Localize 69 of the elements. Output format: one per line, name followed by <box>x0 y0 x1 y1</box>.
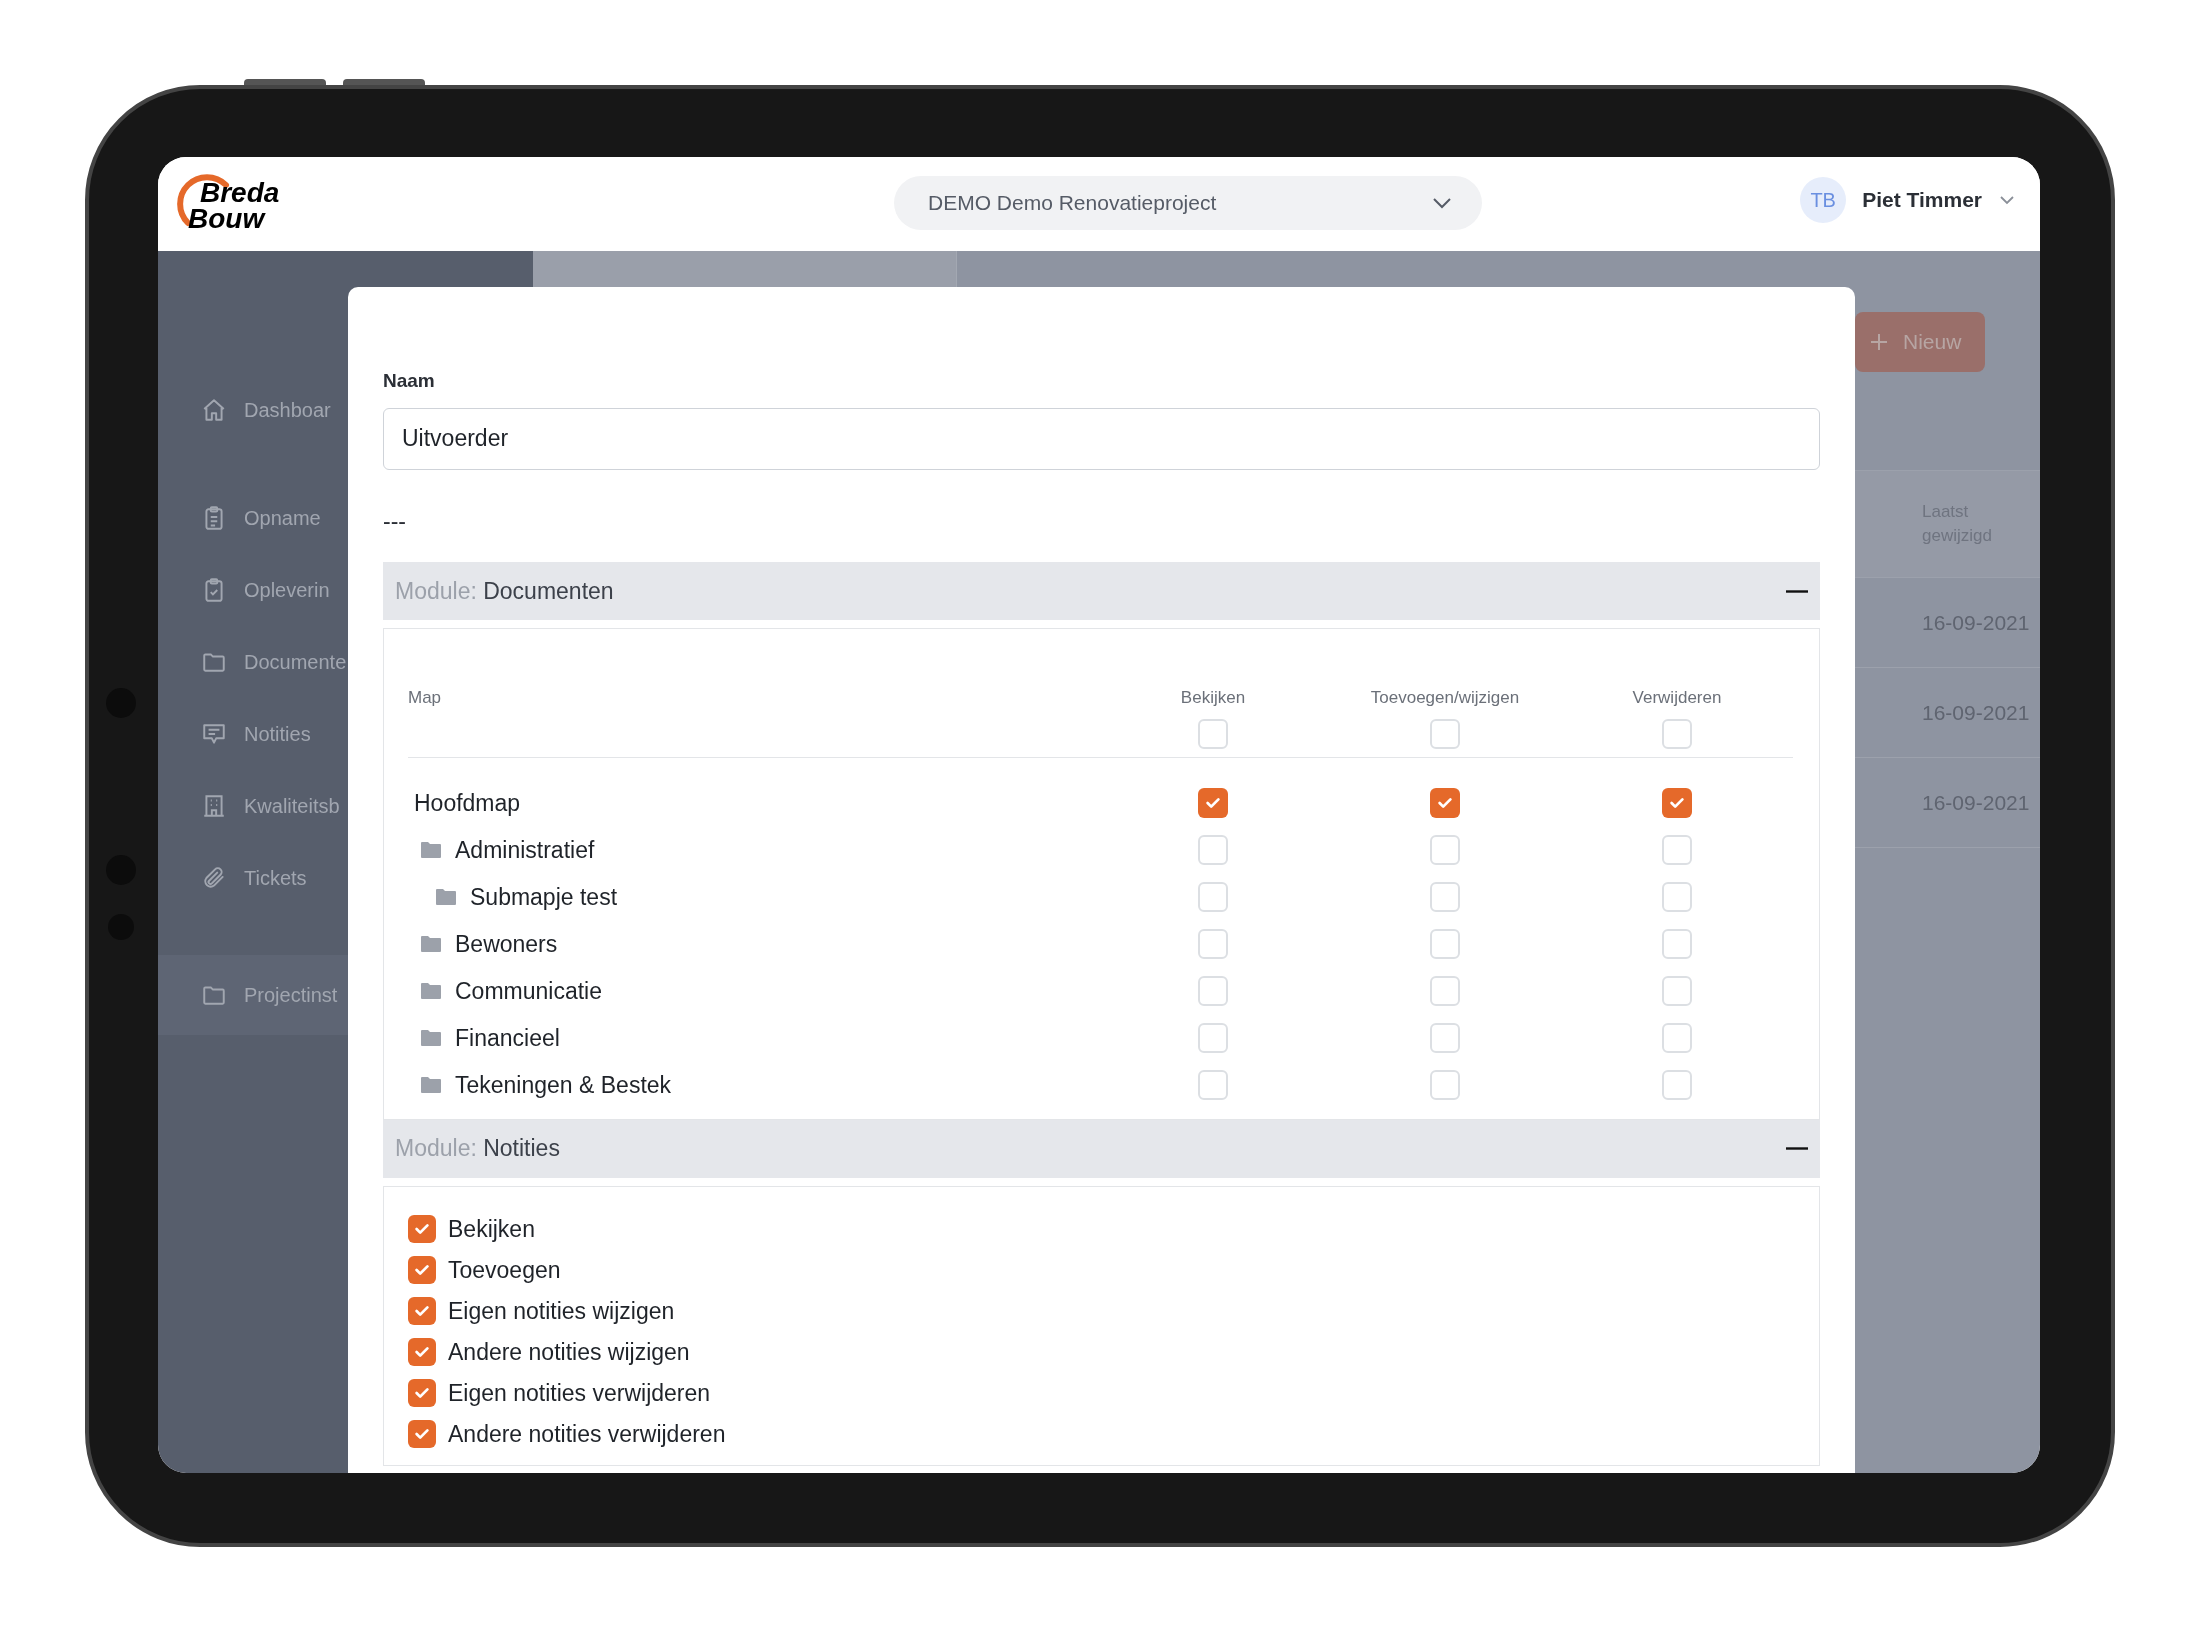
folder-icon <box>420 841 442 859</box>
field-label: Naam <box>383 369 436 393</box>
minus-icon <box>1786 1147 1808 1150</box>
checkbox[interactable] <box>1198 882 1228 912</box>
checkbox[interactable] <box>1430 976 1460 1006</box>
logo-text: Bouw <box>188 205 265 233</box>
folder-name[interactable]: Hoofdmap <box>414 785 521 821</box>
checkbox[interactable] <box>1662 718 1692 749</box>
checkbox[interactable] <box>408 1297 436 1325</box>
project-name: DEMO Demo Renovatieproject <box>928 190 1217 217</box>
checkbox[interactable] <box>1198 788 1228 818</box>
checkbox[interactable] <box>1430 788 1460 818</box>
minus-icon <box>1786 589 1808 593</box>
home-icon <box>201 397 227 423</box>
user-name[interactable]: Piet Timmer <box>1862 184 1982 216</box>
checkbox[interactable] <box>1430 718 1460 749</box>
separator-text: --- <box>383 506 407 536</box>
checkbox[interactable] <box>1662 1023 1692 1053</box>
folder-icon <box>435 888 457 906</box>
column-header: Map <box>408 687 443 709</box>
column-header: Bekijken <box>1180 687 1246 709</box>
permission-label: Eigen notities verwijderen <box>448 1378 711 1408</box>
module-title: Module: Notities <box>395 1134 560 1164</box>
building-icon <box>201 793 227 819</box>
checkbox[interactable] <box>1662 788 1692 818</box>
checkbox[interactable] <box>1430 882 1460 912</box>
module-header[interactable]: Module: Documenten <box>383 562 1820 620</box>
permission-label: Toevoegen <box>448 1255 561 1285</box>
name-field[interactable]: Uitvoerder <box>383 407 1820 470</box>
checkbox[interactable] <box>408 1420 436 1448</box>
checkbox[interactable] <box>1198 1070 1228 1100</box>
module-title: Module: Documenten <box>395 576 614 606</box>
permission-label: Andere notities verwijderen <box>448 1419 726 1449</box>
checkbox[interactable] <box>1662 835 1692 865</box>
checkbox[interactable] <box>1430 929 1460 959</box>
checkbox[interactable] <box>1662 1070 1692 1100</box>
checkbox[interactable] <box>1430 1023 1460 1053</box>
checkbox[interactable] <box>1662 929 1692 959</box>
chat-icon <box>201 721 227 747</box>
user-avatar: TB <box>1800 177 1847 223</box>
column-header: Toevoegen/wijzigen <box>1370 687 1520 709</box>
checkbox[interactable] <box>1198 718 1228 749</box>
logo-text: Breda <box>200 179 280 207</box>
checkbox[interactable] <box>1430 835 1460 865</box>
folder-icon <box>420 935 442 953</box>
plus-icon <box>1869 332 1889 352</box>
folder-icon <box>420 982 442 1000</box>
folder-name[interactable]: Submapje test <box>470 879 618 915</box>
checkbox[interactable] <box>408 1338 436 1366</box>
folder-icon <box>420 1029 442 1047</box>
checkbox[interactable] <box>1198 976 1228 1006</box>
checkbox[interactable] <box>1430 1070 1460 1100</box>
checkbox[interactable] <box>408 1215 436 1243</box>
permission-label: Bekijken <box>448 1214 535 1244</box>
checkbox[interactable] <box>1198 929 1228 959</box>
project-select[interactable]: DEMO Demo Renovatieproject <box>894 176 1482 230</box>
checkbox[interactable] <box>1662 882 1692 912</box>
checkbox[interactable] <box>408 1379 436 1407</box>
folder-name[interactable]: Tekeningen & Bestek <box>455 1067 672 1103</box>
column-header: Verwijderen <box>1632 687 1722 709</box>
checkbox[interactable] <box>408 1256 436 1284</box>
checkbox[interactable] <box>1662 976 1692 1006</box>
module-header[interactable]: Module: Notities <box>383 1119 1820 1178</box>
checkbox[interactable] <box>1198 835 1228 865</box>
folder-name[interactable]: Administratief <box>455 832 595 868</box>
folder-icon <box>420 1076 442 1094</box>
checkbox[interactable] <box>1198 1023 1228 1053</box>
permission-label: Andere notities wijzigen <box>448 1337 690 1367</box>
permission-label: Eigen notities wijzigen <box>448 1296 675 1326</box>
